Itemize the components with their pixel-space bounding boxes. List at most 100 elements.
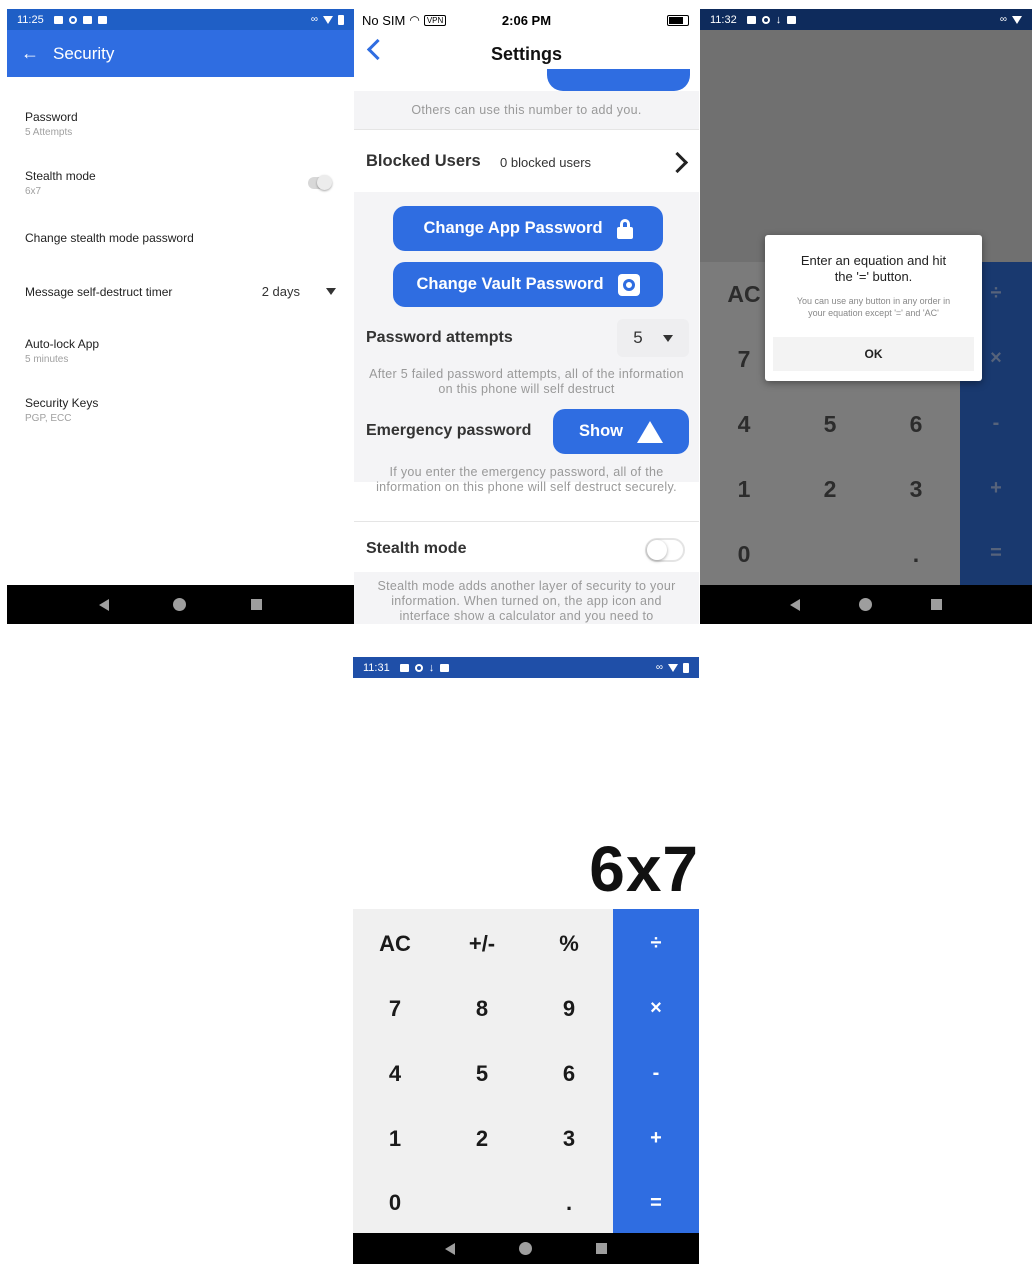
notification-icon <box>53 15 63 24</box>
dialog-message: You can use any button in any order in y… <box>796 296 951 318</box>
key-4[interactable]: 4 <box>724 411 764 438</box>
key-subtract[interactable]: - <box>613 1062 699 1085</box>
key-1[interactable]: 1 <box>365 1126 425 1152</box>
key-percent[interactable]: % <box>539 931 599 957</box>
setting-label: Security Keys <box>25 396 99 410</box>
setting-auto-lock[interactable]: Auto-lock App 5 minutes <box>25 337 338 365</box>
stealth-mode-toggle[interactable] <box>645 538 685 562</box>
android-nav-bar <box>7 585 354 624</box>
key-divide[interactable]: ÷ <box>613 932 699 955</box>
sync-icon <box>68 15 77 24</box>
blocked-users-row[interactable]: Blocked Users 0 blocked users <box>354 130 699 192</box>
setting-change-stealth-password[interactable]: Change stealth mode password <box>25 231 338 245</box>
key-7[interactable]: 7 <box>724 346 764 373</box>
button-label: Change App Password <box>423 219 603 237</box>
stealth-mode-label: Stealth mode <box>366 540 467 557</box>
key-plus-minus[interactable]: +/- <box>452 931 512 957</box>
key-8[interactable]: 8 <box>452 996 512 1022</box>
nav-recents-icon[interactable] <box>931 599 943 610</box>
battery-icon <box>683 662 689 673</box>
button-label: Change Vault Password <box>416 275 604 293</box>
key-5[interactable]: 5 <box>452 1061 512 1087</box>
calculator-display: 6x7 <box>589 833 699 905</box>
wifi-icon <box>323 15 333 24</box>
key-4[interactable]: 4 <box>365 1061 425 1087</box>
status-time: 11:25 <box>17 13 44 26</box>
key-ac[interactable]: AC <box>724 281 764 308</box>
setting-label: Stealth mode <box>25 169 96 183</box>
key-0[interactable]: 0 <box>724 541 764 568</box>
attempts-note: After 5 failed password attempts, all of… <box>369 367 684 396</box>
vpn-badge: VPN <box>423 14 447 26</box>
setting-security-keys[interactable]: Security Keys PGP, ECC <box>25 396 338 424</box>
setting-stealth-mode[interactable]: Stealth mode 6x7 <box>25 169 338 197</box>
ok-button[interactable]: OK <box>773 337 974 371</box>
android-nav-bar <box>353 1233 699 1264</box>
key-0[interactable]: 0 <box>365 1190 425 1216</box>
setting-sub: 5 Attempts <box>25 127 73 138</box>
wifi-icon: ◠ <box>409 13 420 27</box>
notification-icon <box>746 15 756 24</box>
key-9[interactable]: 9 <box>539 996 599 1022</box>
key-equals[interactable]: = <box>960 542 1032 565</box>
key-ac[interactable]: AC <box>365 931 425 957</box>
key-1[interactable]: 1 <box>724 476 764 503</box>
setting-label: Password <box>25 110 78 124</box>
nav-back-icon[interactable] <box>789 598 800 611</box>
timer-dropdown[interactable]: 2 days <box>262 284 336 299</box>
stealth-mode-toggle[interactable] <box>308 175 332 190</box>
key-7[interactable]: 7 <box>365 996 425 1022</box>
link-icon: ∞ <box>310 14 318 25</box>
dialog-title: Enter an equation and hit the '=' button… <box>800 253 947 284</box>
setting-password[interactable]: Password 5 Attempts <box>25 110 338 138</box>
setting-label: Change stealth mode password <box>25 231 194 245</box>
key-6[interactable]: 6 <box>539 1061 599 1087</box>
android-nav-bar <box>700 585 1032 624</box>
key-2[interactable]: 2 <box>810 476 850 503</box>
key-5[interactable]: 5 <box>810 411 850 438</box>
change-app-password-button[interactable]: Change App Password <box>393 206 663 251</box>
security-screen: 11:25 ∞ ← Security Password 5 Attempts S… <box>7 9 354 624</box>
setting-sub: 6x7 <box>25 186 42 197</box>
settings-screen: 2:06 PM No SIM ◠ VPN Settings Others can… <box>354 9 699 624</box>
nav-home-icon[interactable] <box>858 598 872 611</box>
lock-icon <box>616 218 633 239</box>
instruction-dialog: Enter an equation and hit the '=' button… <box>765 235 982 381</box>
key-add[interactable]: + <box>613 1127 699 1150</box>
key-equals[interactable]: = <box>613 1192 699 1215</box>
key-decimal[interactable]: . <box>896 541 936 568</box>
password-attempts-select[interactable]: 5 <box>617 319 689 357</box>
chevron-right-icon <box>666 151 689 174</box>
download-icon: ↓ <box>428 661 435 674</box>
link-icon: ∞ <box>999 14 1007 25</box>
nav-recents-icon[interactable] <box>596 1243 607 1254</box>
back-arrow-icon[interactable]: ← <box>7 43 53 64</box>
key-decimal[interactable]: . <box>539 1190 599 1216</box>
nav-home-icon[interactable] <box>173 598 187 611</box>
status-time: 11:31 <box>363 661 390 674</box>
key-subtract[interactable]: - <box>960 412 1032 435</box>
key-6[interactable]: 6 <box>896 411 936 438</box>
key-3[interactable]: 3 <box>896 476 936 503</box>
key-add[interactable]: + <box>960 477 1032 500</box>
nav-home-icon[interactable] <box>519 1242 532 1255</box>
dropdown-arrow-icon <box>326 288 336 295</box>
dropdown-arrow-icon <box>662 334 673 342</box>
blocked-users-label: Blocked Users <box>366 152 481 170</box>
status-bar: 11:31 ↓ ∞ <box>353 657 699 678</box>
nav-recents-icon[interactable] <box>250 599 262 610</box>
stealth-note: Stealth mode adds another layer of secur… <box>377 579 676 623</box>
key-2[interactable]: 2 <box>452 1126 512 1152</box>
share-number-button[interactable] <box>547 69 690 91</box>
change-vault-password-button[interactable]: Change Vault Password <box>393 262 663 307</box>
key-multiply[interactable]: × <box>613 997 699 1020</box>
nav-back-icon[interactable] <box>99 598 110 611</box>
key-3[interactable]: 3 <box>539 1126 599 1152</box>
status-bar: 11:32 ↓ ∞ <box>700 9 1032 30</box>
battery-icon <box>338 14 344 25</box>
show-emergency-button[interactable]: Show <box>553 409 689 454</box>
notification-icon <box>399 663 409 672</box>
nav-back-icon[interactable] <box>445 1242 455 1255</box>
setting-sub: PGP, ECC <box>25 413 72 424</box>
status-time: 2:06 PM <box>501 12 552 28</box>
